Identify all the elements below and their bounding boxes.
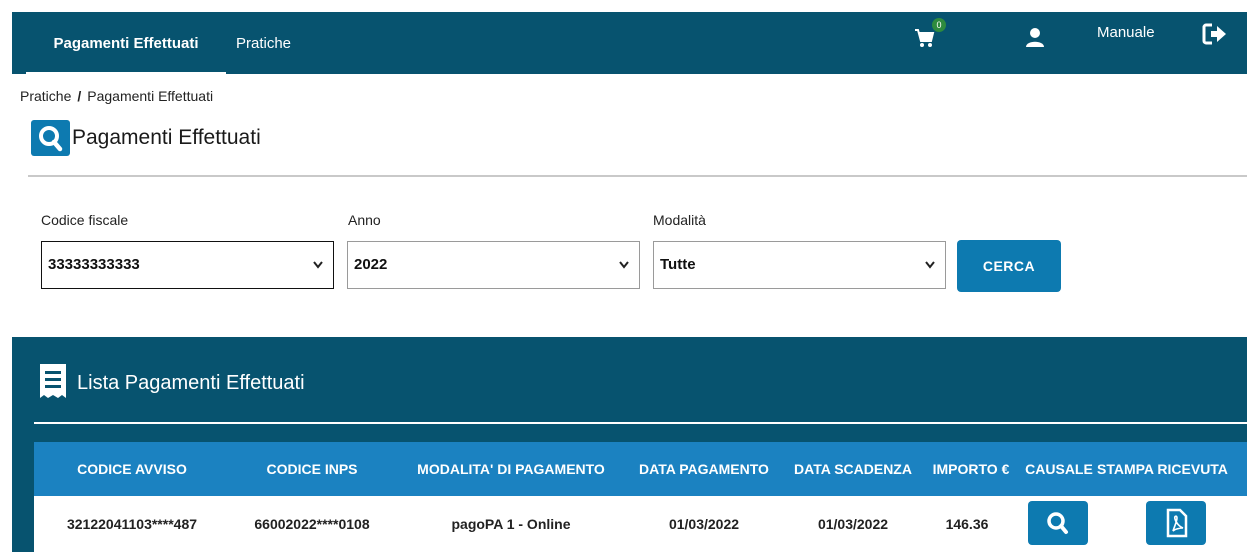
- col-importo: IMPORTO €: [932, 461, 1010, 477]
- cart-icon: [915, 29, 935, 47]
- lista-divider: [34, 422, 1247, 424]
- lista-title: Lista Pagamenti Effettuati: [77, 372, 305, 394]
- cell-modalita: pagoPA 1 - Online: [451, 516, 571, 532]
- cerca-button[interactable]: CERCA: [957, 240, 1061, 292]
- col-data-pagamento: DATA PAGAMENTO: [639, 461, 769, 477]
- cell-importo: 146.36: [945, 516, 989, 532]
- col-data-scadenza: DATA SCADENZA: [794, 461, 912, 477]
- pdf-file-icon: [1166, 508, 1188, 538]
- cart-button[interactable]: 0: [914, 18, 946, 48]
- cell-codice-avviso: 32122041103****487: [66, 516, 198, 532]
- chevron-down-icon: [313, 261, 323, 269]
- anno-label: Anno: [348, 212, 381, 228]
- col-codice-inps: CODICE INPS: [266, 461, 358, 477]
- page-title: Pagamenti Effettuati: [72, 126, 261, 149]
- col-stampa-ricevuta: STAMPA RICEVUTA: [1097, 461, 1228, 477]
- chevron-down-icon: [925, 261, 935, 269]
- receipt-icon: [40, 364, 66, 398]
- codice-fiscale-select[interactable]: 33333333333: [41, 241, 334, 289]
- breadcrumb-item-current: Pagamenti Effettuati: [87, 88, 214, 104]
- modalita-value: Tutte: [660, 256, 696, 273]
- cell-data-scadenza: 01/03/2022: [817, 516, 889, 532]
- codice-fiscale-label: Codice fiscale: [41, 212, 129, 228]
- stampa-ricevuta-button[interactable]: [1146, 501, 1206, 545]
- search-icon: [39, 126, 63, 152]
- tab-pratiche[interactable]: Pratiche: [214, 12, 324, 72]
- codice-fiscale-value: 33333333333: [48, 256, 140, 273]
- page-title-icon-tile: [31, 120, 70, 156]
- cell-codice-inps: 66002022****0108: [254, 516, 370, 532]
- cart-count-badge: 0: [932, 18, 946, 32]
- causale-button[interactable]: [1028, 501, 1088, 545]
- modalita-select[interactable]: Tutte: [653, 241, 946, 289]
- breadcrumb-item-pratiche[interactable]: Pratiche: [20, 88, 71, 104]
- logout-icon[interactable]: [1202, 22, 1228, 46]
- cell-data-pagamento: 01/03/2022: [668, 516, 740, 532]
- breadcrumb: Pratiche / Pagamenti Effettuati: [20, 88, 213, 104]
- col-modalita-pagamento: MODALITA' DI PAGAMENTO: [417, 461, 605, 477]
- search-icon: [1047, 512, 1068, 534]
- col-codice-avviso: CODICE AVVISO: [77, 461, 187, 477]
- anno-select[interactable]: 2022: [347, 241, 640, 289]
- chevron-down-icon: [619, 261, 629, 269]
- anno-value: 2022: [354, 256, 388, 273]
- title-divider: [28, 175, 1247, 177]
- manuale-link[interactable]: Manuale: [1097, 24, 1155, 41]
- col-causale: CAUSALE: [1025, 461, 1093, 477]
- breadcrumb-separator: /: [77, 88, 82, 104]
- user-icon[interactable]: [1026, 27, 1044, 47]
- tab-pagamenti-effettuati[interactable]: Pagamenti Effettuati: [26, 12, 226, 74]
- modalita-label: Modalità: [653, 212, 706, 228]
